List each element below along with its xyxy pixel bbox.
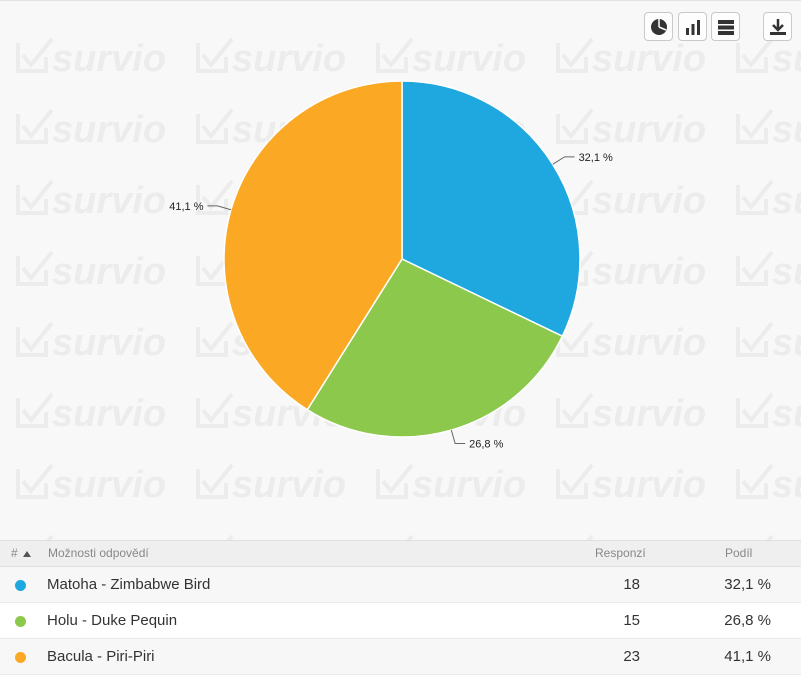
response-count: 15 [623, 612, 640, 629]
color-dot-icon [15, 652, 26, 663]
table-row[interactable]: Bacula - Piri-Piri 23 41,1 % [0, 639, 801, 675]
option-label: Holu - Duke Pequin [47, 612, 178, 629]
results-table: # Možnosti odpovědí Responzí Podíl Matoh… [0, 540, 801, 675]
slice-connector [207, 205, 232, 211]
header-share: Podíl [725, 546, 753, 560]
header-responses: Responzí [595, 546, 646, 560]
color-dot-icon [15, 616, 26, 627]
slice-label: 26,8 % [469, 438, 503, 450]
option-label: Matoha - Zimbabwe Bird [47, 576, 211, 593]
table-header: # Možnosti odpovědí Responzí Podíl [0, 540, 801, 567]
table-row[interactable]: Matoha - Zimbabwe Bird 18 32,1 % [0, 567, 801, 603]
sort-up-icon [23, 551, 32, 557]
pie-chart: 32,1 % 26,8 % 41,1 % [169, 80, 613, 450]
chart-area: surviosurviosurviosurviosurviosurviosurv… [0, 0, 801, 540]
response-count: 23 [623, 648, 640, 665]
slice-connector [450, 429, 466, 444]
response-share: 32,1 % [724, 576, 771, 593]
response-share: 26,8 % [724, 612, 771, 629]
response-count: 18 [623, 576, 640, 593]
option-label: Bacula - Piri-Piri [47, 648, 155, 665]
slice-label: 41,1 % [169, 201, 203, 213]
response-share: 41,1 % [724, 648, 771, 665]
color-dot-icon [15, 580, 26, 591]
slice-label: 32,1 % [579, 152, 613, 164]
table-row[interactable]: Holu - Duke Pequin 15 26,8 % [0, 603, 801, 639]
slice-connector [552, 156, 575, 165]
header-index[interactable]: # [11, 546, 32, 560]
header-options: Možnosti odpovědí [48, 546, 149, 560]
table-body: Matoha - Zimbabwe Bird 18 32,1 % Holu - Duk… [0, 567, 801, 675]
